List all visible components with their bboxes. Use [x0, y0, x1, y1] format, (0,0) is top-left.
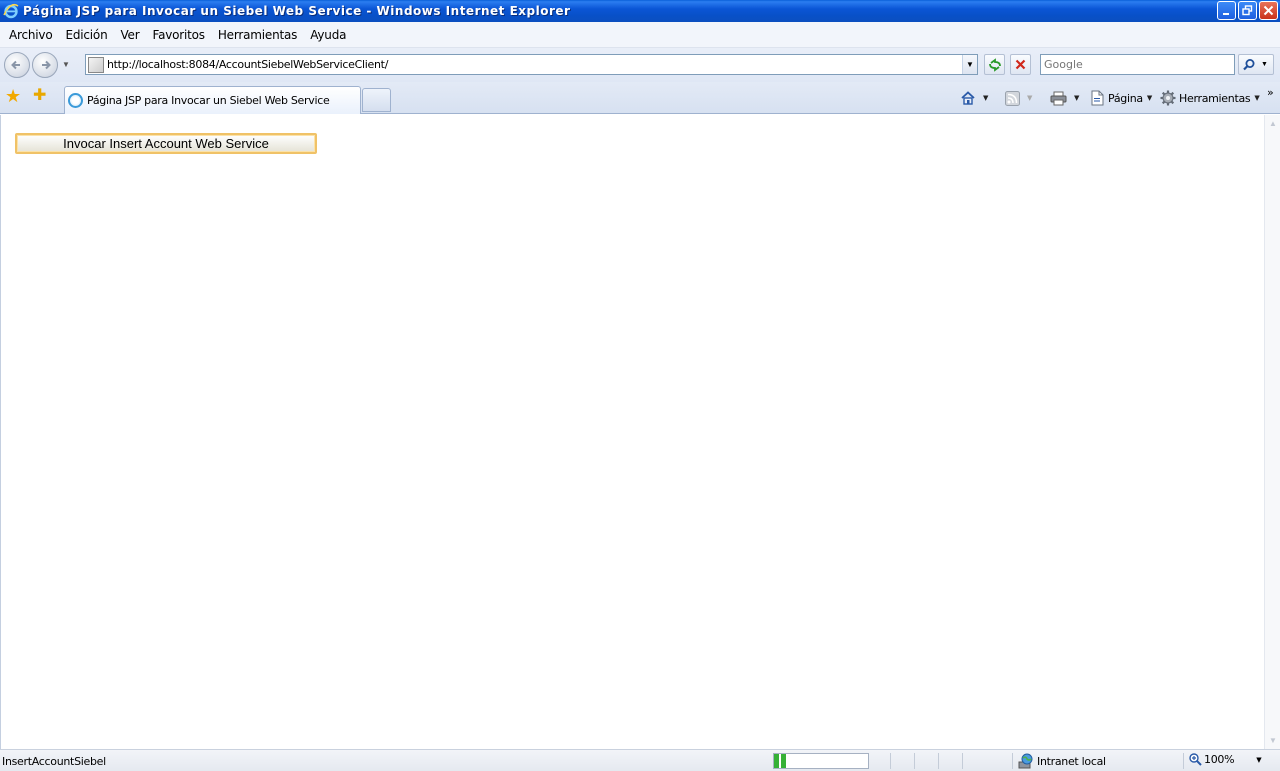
- security-zone[interactable]: Intranet local: [1018, 753, 1106, 769]
- home-icon: [961, 91, 975, 105]
- tab-label: Página JSP para Invocar un Siebel Web Se…: [87, 94, 330, 107]
- page-menu-label: Página: [1108, 91, 1143, 105]
- status-divider: [914, 753, 915, 769]
- navigation-bar: ▼ http://localhost:8084/AccountSiebelWeb…: [0, 48, 1280, 82]
- menu-herramientas[interactable]: Herramientas: [212, 28, 303, 42]
- back-button[interactable]: [4, 52, 30, 78]
- menu-favoritos[interactable]: Favoritos: [146, 28, 210, 42]
- zoom-dropdown[interactable]: ▼: [1256, 756, 1261, 764]
- search-input[interactable]: [1041, 55, 1234, 74]
- refresh-icon: [988, 57, 1001, 72]
- ie-logo-icon: [3, 3, 19, 19]
- menu-ayuda[interactable]: Ayuda: [304, 28, 352, 42]
- back-arrow-icon: [11, 60, 20, 70]
- print-icon: [1050, 91, 1067, 105]
- feeds-button[interactable]: ▼: [1005, 88, 1032, 108]
- close-button[interactable]: [1259, 1, 1278, 20]
- minimize-icon: [1222, 12, 1229, 15]
- tools-menu-button[interactable]: Herramientas ▼: [1160, 88, 1260, 108]
- rss-icon: [1005, 90, 1020, 106]
- minimize-button[interactable]: [1217, 1, 1236, 20]
- window-title: Página JSP para Invocar un Siebel Web Se…: [23, 4, 571, 18]
- status-divider: [962, 753, 963, 769]
- globe-icon: [1018, 753, 1033, 769]
- zoom-icon: [1189, 753, 1202, 766]
- security-zone-label: Intranet local: [1037, 754, 1106, 768]
- tab-active[interactable]: Página JSP para Invocar un Siebel Web Se…: [64, 86, 361, 114]
- forward-arrow-icon: [42, 60, 51, 70]
- search-icon: [1243, 58, 1255, 70]
- menu-ver[interactable]: Ver: [114, 28, 145, 42]
- address-dropdown-button[interactable]: ▼: [962, 55, 977, 74]
- page-content: Invocar Insert Account Web Service: [0, 115, 1264, 749]
- toolbar-overflow-chevron[interactable]: »: [1267, 82, 1274, 102]
- status-divider: [890, 753, 891, 769]
- search-options-dropdown[interactable]: ▼: [1261, 61, 1268, 68]
- page-menu-button[interactable]: Página ▼: [1090, 88, 1152, 108]
- status-divider: [1183, 753, 1184, 769]
- tab-bar: ★ ✚ Página JSP para Invocar un Siebel We…: [0, 82, 1280, 114]
- refresh-button[interactable]: [984, 54, 1005, 75]
- restore-icon: [1242, 5, 1253, 16]
- address-bar[interactable]: http://localhost:8084/AccountSiebelWebSe…: [85, 54, 978, 75]
- tools-menu-label: Herramientas: [1179, 91, 1251, 105]
- scroll-up-arrow-icon[interactable]: ▲: [1269, 119, 1277, 128]
- menu-edicion[interactable]: Edición: [59, 28, 113, 42]
- close-icon: [1263, 5, 1274, 16]
- search-box[interactable]: [1040, 54, 1235, 75]
- status-divider: [938, 753, 939, 769]
- new-tab-button[interactable]: [362, 88, 391, 112]
- forward-button[interactable]: [32, 52, 58, 78]
- tab-loading-icon: [68, 93, 83, 108]
- search-button[interactable]: ▼: [1238, 54, 1274, 75]
- title-bar[interactable]: Página JSP para Invocar un Siebel Web Se…: [0, 0, 1280, 22]
- stop-button[interactable]: [1010, 54, 1031, 75]
- menu-archivo[interactable]: Archivo: [3, 28, 58, 42]
- print-button[interactable]: ▼: [1050, 88, 1079, 108]
- recent-pages-dropdown[interactable]: ▼: [62, 60, 70, 69]
- restore-button[interactable]: [1238, 1, 1257, 20]
- address-url[interactable]: http://localhost:8084/AccountSiebelWebSe…: [107, 58, 388, 71]
- menu-bar: Archivo Edición Ver Favoritos Herramient…: [0, 22, 1280, 48]
- status-divider: [1012, 753, 1013, 769]
- status-bar: InsertAccountSiebel Intranet local 100% …: [0, 749, 1280, 771]
- zoom-level: 100%: [1204, 753, 1235, 766]
- page-icon: [1091, 90, 1104, 106]
- vertical-scrollbar[interactable]: ▲ ▼: [1264, 115, 1280, 749]
- progress-fill: [774, 754, 789, 768]
- stop-icon: [1015, 59, 1026, 70]
- zoom-control[interactable]: 100% ▼: [1189, 753, 1262, 766]
- gear-icon: [1160, 90, 1176, 106]
- add-favorite-icon[interactable]: ✚: [33, 87, 51, 105]
- page-favicon-icon: [88, 56, 104, 73]
- invoke-insert-account-button[interactable]: Invocar Insert Account Web Service: [15, 133, 317, 154]
- scroll-down-arrow-icon[interactable]: ▼: [1269, 736, 1277, 745]
- star-icon[interactable]: ★: [5, 87, 23, 105]
- progress-bar: [773, 753, 869, 769]
- status-text: InsertAccountSiebel: [2, 755, 106, 768]
- home-button[interactable]: ▼: [960, 88, 988, 108]
